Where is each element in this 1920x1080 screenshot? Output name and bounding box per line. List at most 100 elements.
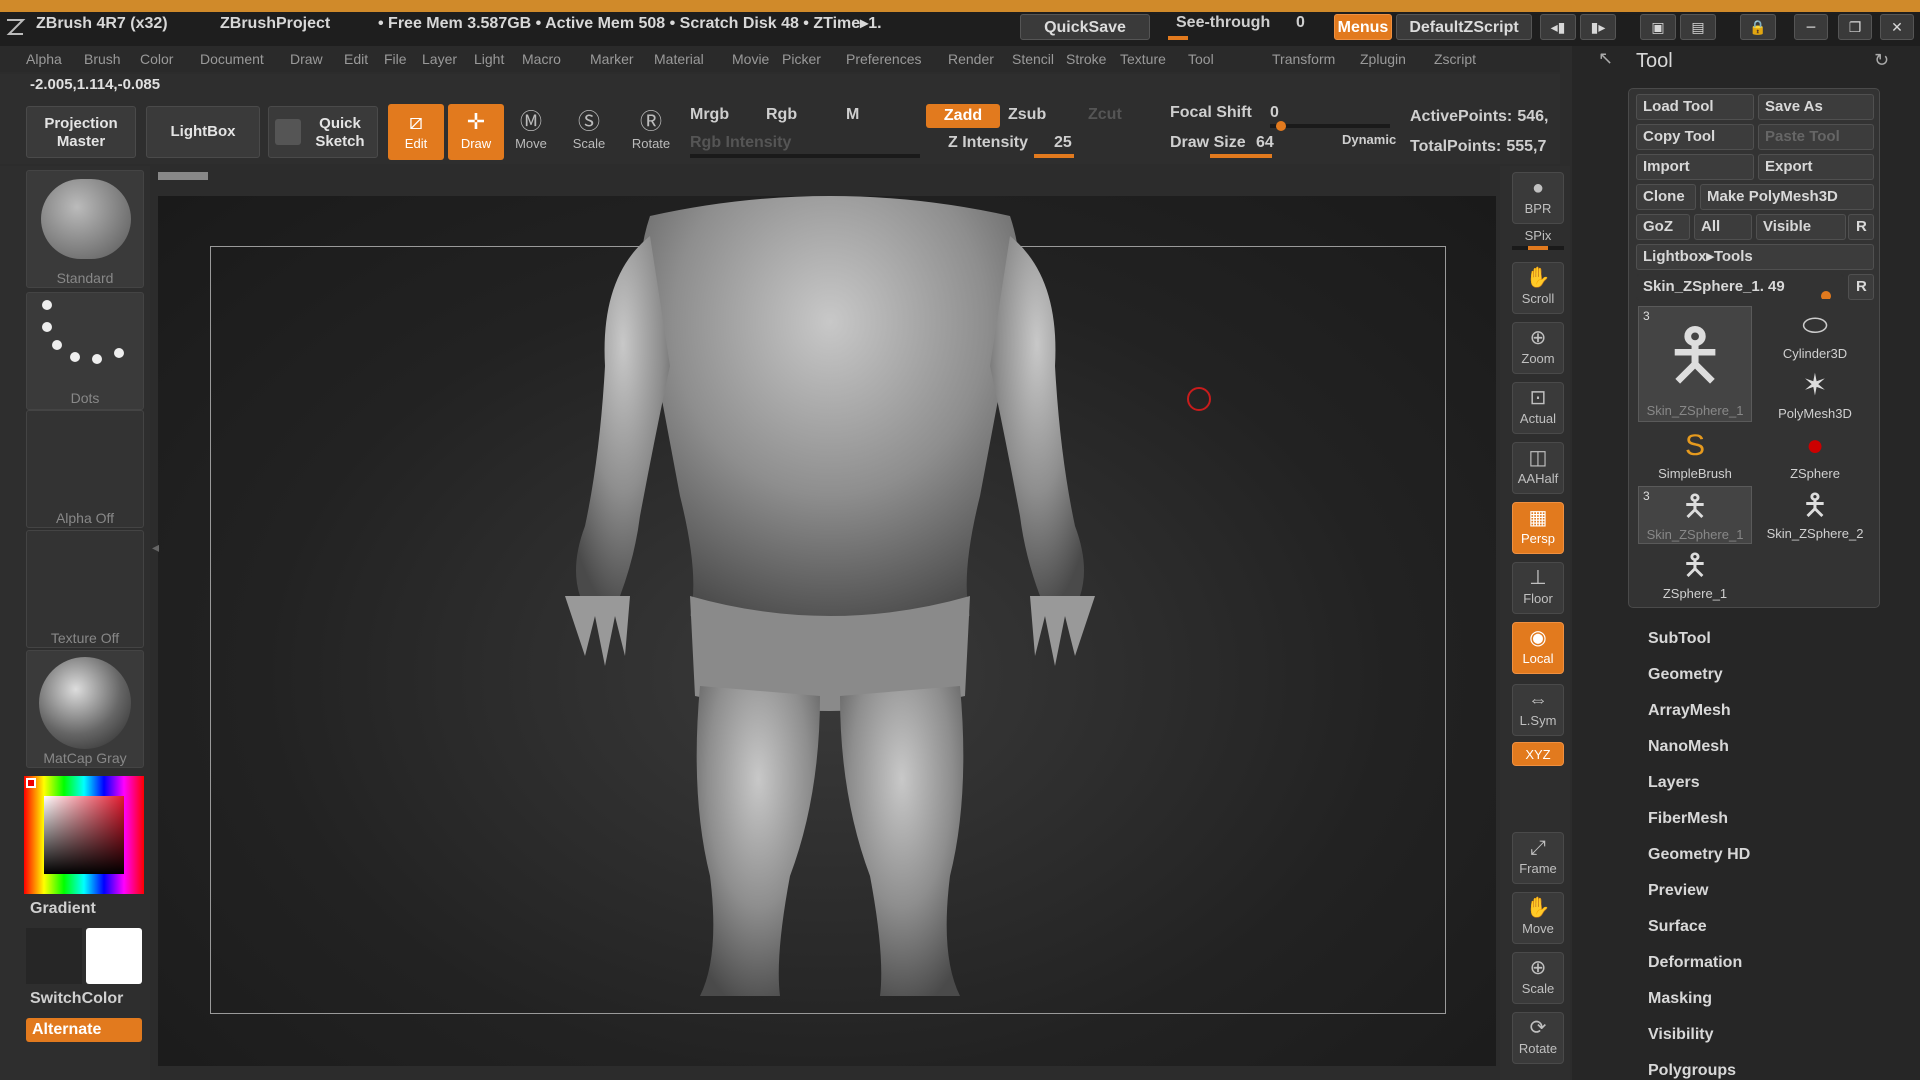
- scale-mode-button[interactable]: Ⓢ Scale: [564, 104, 614, 160]
- layout-b-icon[interactable]: ▤: [1680, 14, 1716, 40]
- layout-a-icon[interactable]: ▣: [1640, 14, 1676, 40]
- menu-zplugin[interactable]: Zplugin: [1360, 48, 1406, 70]
- goz-button[interactable]: GoZ: [1636, 214, 1690, 240]
- goz-all-button[interactable]: All: [1694, 214, 1752, 240]
- z-intensity-slider[interactable]: Z Intensity 25: [948, 134, 1148, 160]
- shelf-l-sym-button[interactable]: ⇔ L.Sym: [1512, 684, 1564, 736]
- goz-visible-button[interactable]: Visible: [1756, 214, 1846, 240]
- subpalette-preview[interactable]: Preview: [1648, 882, 1708, 900]
- subpalette-visibility[interactable]: Visibility: [1648, 1026, 1714, 1044]
- menu-material[interactable]: Material: [654, 48, 704, 70]
- menu-alpha[interactable]: Alpha: [26, 48, 62, 70]
- maximize-icon[interactable]: ❐: [1838, 14, 1872, 40]
- tool-tile[interactable]: 3 🯅 Skin_ZSphere_1: [1638, 306, 1752, 422]
- minimize-icon[interactable]: ─: [1794, 14, 1828, 40]
- shelf-scroll-button[interactable]: ✋ Scroll: [1512, 262, 1564, 314]
- menu-brush[interactable]: Brush: [84, 48, 121, 70]
- shelf-spix-button[interactable]: SPix: [1512, 226, 1564, 246]
- draw-mode-button[interactable]: ✛ Draw: [448, 104, 504, 160]
- menu-file[interactable]: File: [384, 48, 407, 70]
- tool-tile[interactable]: ✶ PolyMesh3D: [1758, 366, 1872, 424]
- projection-master-button[interactable]: Projection Master: [26, 106, 136, 158]
- lock-icon[interactable]: 🔒: [1740, 14, 1776, 40]
- subpalette-layers[interactable]: Layers: [1648, 774, 1700, 792]
- subpalette-nanomesh[interactable]: NanoMesh: [1648, 738, 1729, 756]
- shelf-zoom-button[interactable]: ⊕ Zoom: [1512, 322, 1564, 374]
- shelf-bpr-button[interactable]: ● BPR: [1512, 172, 1564, 224]
- close-icon[interactable]: ✕: [1880, 14, 1914, 40]
- shelf-actual-button[interactable]: ⊡ Actual: [1512, 382, 1564, 434]
- switchcolor-button[interactable]: SwitchColor: [30, 990, 123, 1008]
- lightbox-tools-button[interactable]: Lightbox▸Tools: [1636, 244, 1874, 270]
- subpalette-arraymesh[interactable]: ArrayMesh: [1648, 702, 1731, 720]
- import-button[interactable]: Import: [1636, 154, 1754, 180]
- subpalette-masking[interactable]: Masking: [1648, 990, 1712, 1008]
- make-polymesh-button[interactable]: Make PolyMesh3D: [1700, 184, 1874, 210]
- shrink-icon[interactable]: ◂▮: [1540, 14, 1576, 40]
- rgb-intensity-slider[interactable]: [690, 154, 920, 158]
- canvas-scroll-handle[interactable]: [158, 172, 208, 180]
- save-as-button[interactable]: Save As: [1758, 94, 1874, 120]
- shelf-local-button[interactable]: ◉ Local: [1512, 622, 1564, 674]
- shelf-persp-button[interactable]: ▦ Persp: [1512, 502, 1564, 554]
- menu-transform[interactable]: Transform: [1272, 48, 1335, 70]
- subpalette-subtool[interactable]: SubTool: [1648, 630, 1711, 648]
- current-tool-r-button[interactable]: R: [1848, 274, 1874, 300]
- shelf-scale-button[interactable]: ⊕ Scale: [1512, 952, 1564, 1004]
- zcut-button[interactable]: Zcut: [1088, 106, 1122, 124]
- expand-icon[interactable]: ▮▸: [1580, 14, 1616, 40]
- menus-button[interactable]: Menus: [1334, 14, 1392, 40]
- load-tool-button[interactable]: Load Tool: [1636, 94, 1754, 120]
- spix-slider[interactable]: [1512, 246, 1564, 250]
- subpalette-polygroups[interactable]: Polygroups: [1648, 1062, 1736, 1080]
- shelf-aahalf-button[interactable]: ◫ AAHalf: [1512, 442, 1564, 494]
- clone-button[interactable]: Clone: [1636, 184, 1696, 210]
- menu-color[interactable]: Color: [140, 48, 173, 70]
- tool-tile[interactable]: S SimpleBrush: [1638, 426, 1752, 484]
- subpalette-surface[interactable]: Surface: [1648, 918, 1707, 936]
- subpalette-deformation[interactable]: Deformation: [1648, 954, 1742, 972]
- edit-mode-button[interactable]: ⧄ Edit: [388, 104, 444, 160]
- lightbox-button[interactable]: LightBox: [146, 106, 260, 158]
- primary-color-swatch[interactable]: [86, 928, 142, 984]
- menu-stencil[interactable]: Stencil: [1012, 48, 1054, 70]
- shelf-floor-button[interactable]: ⊥ Floor: [1512, 562, 1564, 614]
- subpalette-geometry-hd[interactable]: Geometry HD: [1648, 846, 1750, 864]
- secondary-color-swatch[interactable]: [26, 928, 82, 984]
- m-toggle[interactable]: M: [846, 106, 859, 124]
- tool-tile[interactable]: 3 🯅 Skin_ZSphere_1: [1638, 486, 1752, 544]
- current-tool-slider[interactable]: Skin_ZSphere_1. 49: [1636, 274, 1844, 300]
- export-button[interactable]: Export: [1758, 154, 1874, 180]
- menu-stroke[interactable]: Stroke: [1066, 48, 1106, 70]
- shelf-xyz-button[interactable]: XYZ: [1512, 742, 1564, 766]
- palette-pin-icon[interactable]: ↖: [1598, 48, 1620, 72]
- rotate-mode-button[interactable]: Ⓡ Rotate: [624, 104, 678, 160]
- default-zscript-button[interactable]: DefaultZScript: [1396, 14, 1532, 40]
- shelf-frame-button[interactable]: ⤢ Frame: [1512, 832, 1564, 884]
- menu-tool[interactable]: Tool: [1188, 48, 1214, 70]
- menu-edit[interactable]: Edit: [344, 48, 368, 70]
- menu-zscript[interactable]: Zscript: [1434, 48, 1476, 70]
- subpalette-fibermesh[interactable]: FiberMesh: [1648, 810, 1728, 828]
- subpalette-geometry[interactable]: Geometry: [1648, 666, 1723, 684]
- goz-r-button[interactable]: R: [1848, 214, 1874, 240]
- palette-reset-icon[interactable]: ↻: [1874, 50, 1889, 71]
- menu-layer[interactable]: Layer: [422, 48, 457, 70]
- shelf-rotate-button[interactable]: ⟳ Rotate: [1512, 1012, 1564, 1064]
- move-mode-button[interactable]: Ⓜ Move: [506, 104, 556, 160]
- shelf-move-button[interactable]: ✋ Move: [1512, 892, 1564, 944]
- dynamic-toggle[interactable]: Dynamic: [1342, 132, 1396, 147]
- rgb-toggle[interactable]: Rgb: [766, 106, 797, 124]
- menu-light[interactable]: Light: [474, 48, 504, 70]
- focal-shift-slider[interactable]: Focal Shift 0: [1170, 104, 1394, 131]
- gradient-label[interactable]: Gradient: [30, 900, 96, 918]
- menu-macro[interactable]: Macro: [522, 48, 561, 70]
- menu-texture[interactable]: Texture: [1120, 48, 1166, 70]
- menu-render[interactable]: Render: [948, 48, 994, 70]
- menu-marker[interactable]: Marker: [590, 48, 634, 70]
- mrgb-toggle[interactable]: Mrgb: [690, 106, 729, 124]
- seethrough-slider[interactable]: See-through 0: [1162, 14, 1312, 40]
- quicksave-button[interactable]: QuickSave: [1020, 14, 1150, 40]
- tool-tile[interactable]: ⬭ Cylinder3D: [1758, 306, 1872, 364]
- quick-sketch-button[interactable]: Quick Sketch: [268, 106, 378, 158]
